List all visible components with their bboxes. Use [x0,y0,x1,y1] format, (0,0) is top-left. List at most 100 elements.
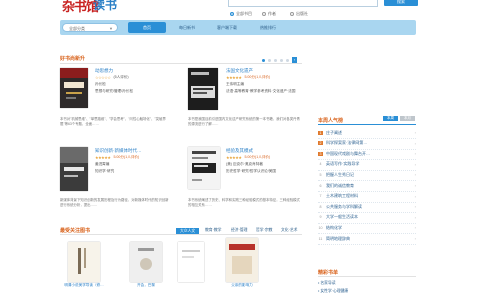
rank-label: 英语写作·实践导学 [326,161,360,167]
rating-stars-icon: ★★★★★ [226,155,242,160]
book-author: 王伟明主编 [226,82,244,86]
rank-number: 10 [318,225,323,230]
rank-label: 结构化学 [326,224,342,230]
book-caption[interactable]: 父亲的影响力 [218,283,266,288]
rating-text: 5.00分(1人评价) [113,155,140,159]
rating-text: 5.00分(1人评价) [244,155,271,159]
chevron-right-icon: › [414,204,416,210]
book-cover[interactable] [68,242,100,282]
pager-dot[interactable] [286,58,289,62]
rank-number: 2 [318,141,323,146]
nav-daily-new[interactable]: 每日新书 [168,20,206,35]
recommend-label: 女性学·心理健康 [320,289,349,293]
radio-press[interactable]: 出版社 [290,11,308,17]
rating-text: 5.00分(1人评价) [244,75,271,79]
chevron-right-icon: › [414,151,416,157]
recommend-item[interactable]: • 名家导读 [318,281,336,286]
book-title[interactable]: 动思想力 [95,68,113,74]
search-button[interactable]: 搜索 [384,0,418,6]
pager-dot[interactable] [262,58,265,62]
tab-week[interactable]: 本周 [383,116,398,121]
radio-author[interactable]: 作者 [262,11,276,17]
radio-label: 出版社 [296,11,308,16]
radio-dot [230,12,234,16]
rank-item[interactable]: 11 简明地理辞典 › [318,233,416,245]
chevron-right-icon: › [414,161,416,167]
all-categories-label: 全部分类 [69,26,85,31]
pager-dot[interactable] [268,58,271,62]
book-title[interactable]: 经验及其模式 [226,148,253,154]
book-rating: ★★★★★ 5.00分(1人评价) [226,75,270,80]
pager-dot[interactable] [274,58,277,62]
book-title[interactable]: 法国文化遗产 [226,68,253,74]
chevron-right-icon: › [414,140,416,146]
pager-dot[interactable] [280,58,283,62]
logo-subtitle: 读书 [93,0,118,12]
rank-number: 3 [318,151,323,156]
tab-education[interactable]: 教育·教学 [205,228,221,233]
all-categories-dropdown[interactable]: 全部分类 ▼ [62,23,118,32]
rank-number: 1 [318,130,323,135]
chevron-right-icon: › [414,214,416,220]
book-meta: 思想与研究/管理/孙长松 [95,89,133,93]
book-caption[interactable]: 明清小说美学导读（修… [60,283,108,288]
radio-all-books[interactable]: 全部书目 [230,11,252,17]
tab-month[interactable]: 本月 [400,116,415,121]
rating-stars-icon: ★★★★★ [226,75,242,80]
nav-hot-ranking[interactable]: 热推排行 [248,20,288,35]
book-cover[interactable] [60,147,88,191]
book-meta: 历史哲学·研究/哲学认识论/美国 [226,169,276,173]
rank-number: 5 [319,172,322,177]
section-title-new-books: 好书尚新升 [60,56,86,62]
rating-text: (5人评价) [113,75,129,79]
book-description: 本书系统阐述了历史、科学和实践三种经验模式的基本特征，三种经验模式的相互关系…… [188,198,300,207]
chevron-right-icon: › [414,172,416,178]
chevron-right-icon: › [414,130,416,135]
book-meta: 法语·高等教育·教学参考资料·文化遗产·法国 [226,89,296,93]
rank-label: 大学一般生活读本 [326,214,358,220]
book-rating: ★★★★★ 5.00分(1人评价) [95,155,139,160]
chevron-right-icon: › [414,183,416,188]
rank-number: 4 [319,162,322,167]
book-cover[interactable] [178,242,204,282]
nav-client-download[interactable]: 客户端下载 [206,20,248,35]
carousel-pager: › [262,57,297,63]
book-cover[interactable] [130,242,162,282]
rank-label: 我们的诚信教育 [326,182,354,188]
next-arrow-icon[interactable]: › [292,57,297,63]
tab-art[interactable]: 文化·艺术 [281,228,297,233]
rank-number: 11 [318,236,323,241]
rating-stars-icon: ★★★★★ [95,155,111,160]
section-title-hot: 本周人气榜 [318,118,344,124]
nav-home[interactable]: 首页 [128,22,166,33]
book-rating: ★★★★★ 5.00分(1人评价) [226,155,270,160]
book-title[interactable]: 知识创新·新媒体时代… [95,148,142,154]
book-caption[interactable]: 开会，巴黎 [122,283,170,288]
book-author: 孙长松 [95,82,106,86]
divider [318,124,416,125]
section-title-recommend: 精彩书单 [318,270,339,276]
radio-label: 作者 [268,11,276,16]
radio-label: 全部书目 [236,11,252,16]
search-input[interactable] [228,0,378,7]
rank-label: 庄子阐述 [326,129,342,135]
book-author: 姜进霄编 [95,162,110,166]
recommend-label: 名家导读 [320,281,336,285]
book-author: (美) 迈克尔·奥克肖特著 [226,162,263,166]
chevron-down-icon: ▼ [109,26,113,31]
rank-label: 土木建筑工程材料 [326,193,358,199]
rank-label: 科学探案家·法律网第… [326,140,368,146]
tab-philosophy[interactable]: 哲学·宗教 [256,228,272,233]
book-cover[interactable] [60,68,88,108]
rank-label: 公共服务与学科解读 [326,203,362,209]
chevron-right-icon: › [414,225,416,231]
divider [318,276,416,277]
rank-number: 6 [319,183,322,188]
book-cover[interactable] [226,238,258,282]
rating-stars-icon: ☆☆☆☆☆ [95,75,111,80]
tab-economy[interactable]: 经济·管理 [231,228,247,233]
section-title-focus: 最受关注图书 [60,228,91,234]
book-cover[interactable] [188,68,218,110]
recommend-item[interactable]: • 女性学·心理健康 [318,289,348,294]
book-cover[interactable] [188,147,220,189]
